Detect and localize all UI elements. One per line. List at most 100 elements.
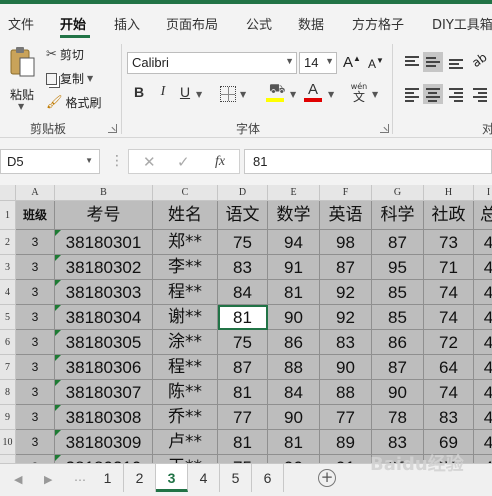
cell-d4[interactable]: 84: [218, 280, 268, 305]
cell-g8[interactable]: 90: [372, 380, 424, 405]
bold-button[interactable]: B: [130, 84, 148, 100]
row-header[interactable]: 8: [0, 380, 16, 405]
cell-f10[interactable]: 89: [320, 430, 372, 455]
cell-d9[interactable]: 77: [218, 405, 268, 430]
header-cell[interactable]: 总: [474, 201, 492, 230]
row-header[interactable]: 4: [0, 280, 16, 305]
decrease-font-size-button[interactable]: A▼: [368, 56, 384, 71]
decrease-indent-button[interactable]: [470, 84, 490, 104]
sheet-tab-3[interactable]: 3: [156, 464, 188, 492]
cell-h5[interactable]: 74: [424, 305, 474, 330]
cell-h3[interactable]: 71: [424, 255, 474, 280]
cell-e2[interactable]: 94: [268, 230, 320, 255]
middle-align-button[interactable]: [423, 52, 443, 72]
cell-a5[interactable]: 3: [16, 305, 55, 330]
cell-h4[interactable]: 74: [424, 280, 474, 305]
scroll-right-icon[interactable]: ▶: [44, 473, 52, 486]
borders-button[interactable]: [220, 86, 236, 102]
cell-d7[interactable]: 87: [218, 355, 268, 380]
cell-d10[interactable]: 81: [218, 430, 268, 455]
formula-input[interactable]: 81: [244, 149, 492, 174]
name-box[interactable]: D5 ▼: [0, 149, 100, 174]
top-align-button[interactable]: [402, 52, 422, 72]
cell-g4[interactable]: 85: [372, 280, 424, 305]
row-header[interactable]: 5: [0, 305, 16, 330]
cell-f6[interactable]: 83: [320, 330, 372, 355]
cell-b7[interactable]: 38180306: [55, 355, 153, 380]
cell-a10[interactable]: 3: [16, 430, 55, 455]
cell-h2[interactable]: 73: [424, 230, 474, 255]
header-cell[interactable]: 姓名: [153, 201, 218, 230]
chevron-down-icon[interactable]: ▼: [372, 90, 378, 99]
cell-b2[interactable]: 38180301: [55, 230, 153, 255]
column-header-g[interactable]: G: [372, 185, 424, 201]
cell-a4[interactable]: 3: [16, 280, 55, 305]
cell-a7[interactable]: 3: [16, 355, 55, 380]
row-header[interactable]: 2: [0, 230, 16, 255]
cell-b3[interactable]: 38180302: [55, 255, 153, 280]
cell-f8[interactable]: 88: [320, 380, 372, 405]
column-header-d[interactable]: D: [218, 185, 268, 201]
column-header-b[interactable]: B: [55, 185, 153, 201]
cell-c6[interactable]: 涂**: [153, 330, 218, 355]
cell-h6[interactable]: 72: [424, 330, 474, 355]
fill-color-button[interactable]: ⛟: [266, 82, 286, 104]
cell-i9[interactable]: 4: [474, 405, 492, 430]
font-name-field[interactable]: Calibri ▼: [127, 52, 297, 74]
cell-c10[interactable]: 卢**: [153, 430, 218, 455]
align-right-button[interactable]: [446, 84, 466, 104]
cell-c11[interactable]: 王**: [153, 455, 218, 463]
tab-file[interactable]: 文件: [8, 14, 34, 33]
row-header[interactable]: 1: [0, 201, 16, 230]
column-header-f[interactable]: F: [320, 185, 372, 201]
font-dialog-launcher-icon[interactable]: [380, 124, 389, 133]
sheet-tab-4[interactable]: 4: [188, 464, 220, 492]
chevron-down-icon[interactable]: ▼: [240, 90, 246, 99]
header-cell[interactable]: 班级: [16, 201, 55, 230]
cell-i5[interactable]: 4: [474, 305, 492, 330]
cancel-icon[interactable]: ✕: [143, 153, 156, 171]
cell-e11[interactable]: 90: [268, 455, 320, 463]
cell-a8[interactable]: 3: [16, 380, 55, 405]
cell-f5[interactable]: 92: [320, 305, 372, 330]
cell-d8[interactable]: 81: [218, 380, 268, 405]
cell-e3[interactable]: 91: [268, 255, 320, 280]
cell-e8[interactable]: 84: [268, 380, 320, 405]
sheet-tab-5[interactable]: 5: [220, 464, 252, 492]
cell-a2[interactable]: 3: [16, 230, 55, 255]
cell-c8[interactable]: 陈**: [153, 380, 218, 405]
cell-d5[interactable]: 81: [218, 305, 268, 330]
underline-button[interactable]: U: [176, 84, 194, 100]
cell-i8[interactable]: 4: [474, 380, 492, 405]
cell-g3[interactable]: 95: [372, 255, 424, 280]
row-header[interactable]: 9: [0, 405, 16, 430]
row-header[interactable]: 3: [0, 255, 16, 280]
column-header-c[interactable]: C: [153, 185, 218, 201]
bottom-align-button[interactable]: [446, 52, 466, 72]
align-center-button[interactable]: [423, 84, 443, 104]
column-header-i[interactable]: I: [474, 185, 492, 201]
sheet-tab-6[interactable]: 6: [252, 464, 284, 492]
row-header[interactable]: 6: [0, 330, 16, 355]
scroll-left-icon[interactable]: ◀: [14, 473, 22, 486]
cell-f3[interactable]: 87: [320, 255, 372, 280]
header-cell[interactable]: 社政: [424, 201, 474, 230]
cell-d3[interactable]: 83: [218, 255, 268, 280]
row-header[interactable]: 7: [0, 355, 16, 380]
cell-e6[interactable]: 86: [268, 330, 320, 355]
tab-fangfang[interactable]: 方方格子: [352, 14, 404, 33]
column-header-h[interactable]: H: [424, 185, 474, 201]
chevron-down-icon[interactable]: ▼: [196, 90, 202, 99]
cell-a6[interactable]: 3: [16, 330, 55, 355]
font-size-field[interactable]: 14 ▼: [299, 52, 337, 74]
cell-b4[interactable]: 38180303: [55, 280, 153, 305]
cell-g6[interactable]: 86: [372, 330, 424, 355]
tab-data[interactable]: 数据: [298, 14, 324, 33]
header-cell[interactable]: 考号: [55, 201, 153, 230]
cell-f7[interactable]: 90: [320, 355, 372, 380]
cell-i3[interactable]: 4: [474, 255, 492, 280]
tab-diy-toolbox[interactable]: DIY工具箱: [432, 14, 492, 33]
cell-g2[interactable]: 87: [372, 230, 424, 255]
cell-h7[interactable]: 64: [424, 355, 474, 380]
chevron-down-icon[interactable]: ▼: [328, 90, 334, 99]
